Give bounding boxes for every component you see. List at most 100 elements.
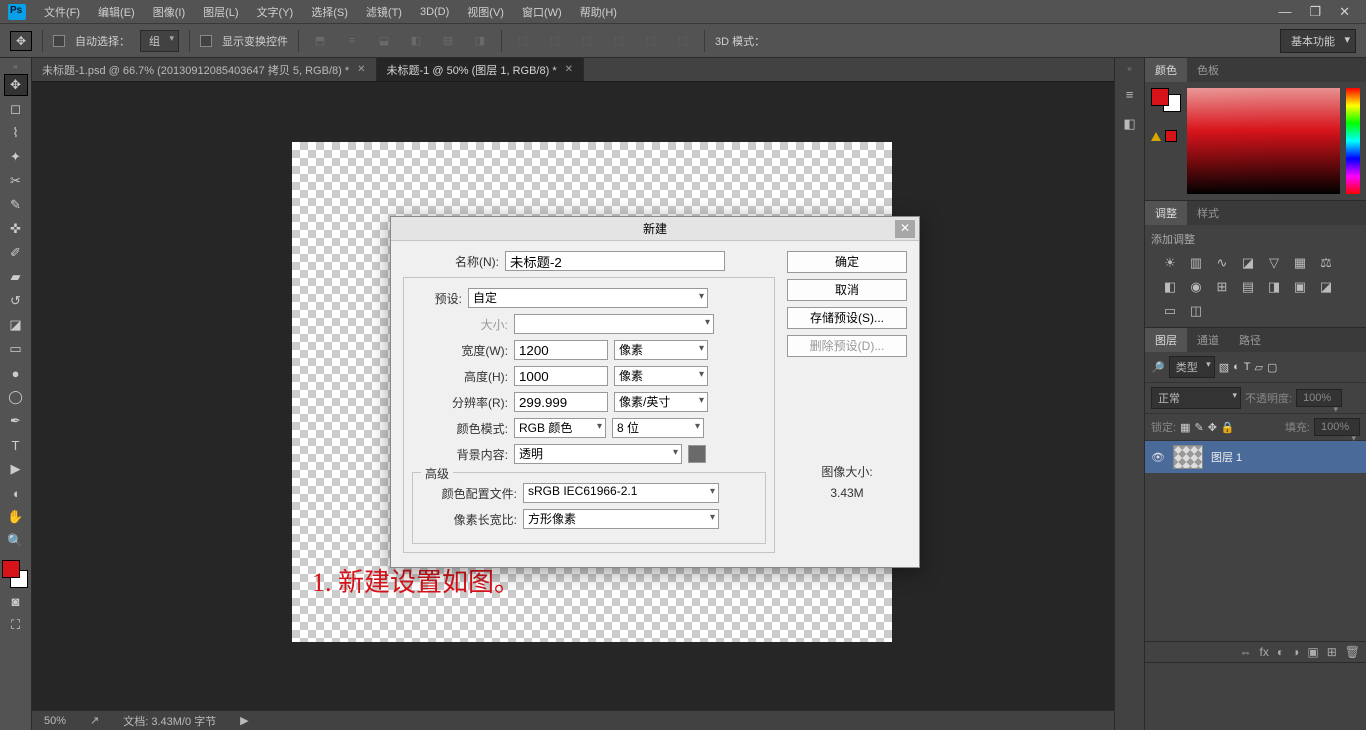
auto-select-target-dropdown[interactable]: 组 bbox=[140, 30, 179, 52]
menu-help[interactable]: 帮助(H) bbox=[580, 4, 617, 20]
status-arrow-icon[interactable]: ▶ bbox=[240, 714, 248, 727]
filter-search-icon[interactable]: 🔎 bbox=[1151, 361, 1165, 374]
filter-shape-icon[interactable]: ▱ bbox=[1255, 361, 1263, 374]
advanced-legend[interactable]: 高级 bbox=[421, 465, 453, 482]
lock-brush-icon[interactable]: ✎ bbox=[1194, 421, 1203, 434]
align-vcenter-icon[interactable]: ≡ bbox=[341, 31, 363, 51]
distribute-top-icon[interactable]: ⬚ bbox=[512, 31, 534, 51]
menu-layer[interactable]: 图层(L) bbox=[203, 4, 238, 20]
distribute-left-icon[interactable]: ⬚ bbox=[608, 31, 630, 51]
resolution-input[interactable] bbox=[514, 392, 608, 412]
visibility-icon[interactable]: 👁 bbox=[1151, 451, 1165, 464]
clone-stamp-tool[interactable]: ▰ bbox=[4, 266, 28, 288]
marquee-tool[interactable]: ◻ bbox=[4, 98, 28, 120]
document-info[interactable]: 文档: 3.43M/0 字节 bbox=[123, 713, 216, 729]
quickmask-tool[interactable]: ◙ bbox=[4, 590, 28, 612]
lock-move-icon[interactable]: ✥ bbox=[1208, 421, 1217, 434]
opacity-dropdown[interactable]: 100% bbox=[1296, 389, 1342, 407]
exposure-icon[interactable]: ◪ bbox=[1239, 255, 1257, 271]
layer-filter-dropdown[interactable]: 类型 bbox=[1169, 356, 1215, 378]
layer-mask-icon[interactable]: ◐ bbox=[1277, 645, 1284, 659]
vibrance-icon[interactable]: ▽ bbox=[1265, 255, 1283, 271]
color-mode-dropdown[interactable]: RGB 颜色 bbox=[514, 418, 606, 438]
new-adjustment-layer-icon[interactable]: ◑ bbox=[1292, 645, 1299, 659]
menu-3d[interactable]: 3D(D) bbox=[420, 6, 449, 18]
distribute-right-icon[interactable]: ⬚ bbox=[672, 31, 694, 51]
distribute-bottom-icon[interactable]: ⬚ bbox=[576, 31, 598, 51]
filter-smart-icon[interactable]: ▢ bbox=[1267, 361, 1277, 374]
zoom-tool[interactable]: 🔍 bbox=[4, 530, 28, 552]
hand-tool[interactable]: ✋ bbox=[4, 506, 28, 528]
cancel-button[interactable]: 取消 bbox=[787, 279, 907, 301]
color-swatches[interactable] bbox=[2, 560, 30, 588]
background-dropdown[interactable]: 透明 bbox=[514, 444, 682, 464]
window-close-icon[interactable]: ✕ bbox=[1339, 4, 1350, 20]
distribute-hcenter-icon[interactable]: ⬚ bbox=[640, 31, 662, 51]
lock-all-icon[interactable]: 🔒 bbox=[1221, 421, 1235, 434]
width-input[interactable] bbox=[514, 340, 608, 360]
new-layer-icon[interactable]: ⊞ bbox=[1327, 645, 1337, 659]
menu-image[interactable]: 图像(I) bbox=[153, 4, 185, 20]
shape-tool[interactable]: ◖ bbox=[4, 482, 28, 504]
layer-item-1[interactable]: 👁 图层 1 bbox=[1145, 441, 1366, 473]
fill-dropdown[interactable]: 100% bbox=[1314, 418, 1360, 436]
background-color-swatch-icon[interactable] bbox=[688, 445, 706, 463]
layer-fx-icon[interactable]: fx bbox=[1260, 645, 1269, 659]
gamut-color-swatch[interactable] bbox=[1165, 130, 1177, 142]
width-unit-dropdown[interactable]: 像素 bbox=[614, 340, 708, 360]
bw-icon[interactable]: ◧ bbox=[1161, 279, 1179, 295]
filter-type-icon[interactable]: T bbox=[1244, 361, 1251, 373]
levels-icon[interactable]: ▥ bbox=[1187, 255, 1205, 271]
align-bottom-icon[interactable]: ⬓ bbox=[373, 31, 395, 51]
properties-panel-icon[interactable]: ◧ bbox=[1123, 116, 1135, 132]
workspace-dropdown[interactable]: 基本功能 bbox=[1280, 29, 1356, 53]
dodge-tool[interactable]: ◯ bbox=[4, 386, 28, 408]
move-tool[interactable]: ✥ bbox=[4, 74, 28, 96]
dialog-title-bar[interactable]: 新建 ✕ bbox=[391, 217, 919, 241]
canvas-viewport[interactable]: 1. 新建设置如图。 新建 ✕ 名称(N): 预设: bbox=[32, 82, 1114, 710]
height-input[interactable] bbox=[514, 366, 608, 386]
blend-mode-dropdown[interactable]: 正常 bbox=[1151, 387, 1241, 409]
gradient-tool[interactable]: ▭ bbox=[4, 338, 28, 360]
zoom-level[interactable]: 50% bbox=[44, 715, 66, 727]
styles-tab[interactable]: 样式 bbox=[1187, 201, 1229, 225]
path-select-tool[interactable]: ▶ bbox=[4, 458, 28, 480]
eyedropper-tool[interactable]: ✎ bbox=[4, 194, 28, 216]
new-group-icon[interactable]: ▣ bbox=[1307, 645, 1318, 659]
type-tool[interactable]: T bbox=[4, 434, 28, 456]
blur-tool[interactable]: ● bbox=[4, 362, 28, 384]
screenmode-tool[interactable]: ⛶ bbox=[4, 614, 28, 636]
ok-button[interactable]: 确定 bbox=[787, 251, 907, 273]
lock-pixels-icon[interactable]: ▦ bbox=[1180, 421, 1190, 434]
tab-2-close-icon[interactable]: ✕ bbox=[565, 64, 573, 75]
window-restore-icon[interactable]: ❐ bbox=[1309, 4, 1321, 20]
document-tab-2[interactable]: 未标题-1 @ 50% (图层 1, RGB/8) * ✕ bbox=[377, 58, 584, 81]
menu-type[interactable]: 文字(Y) bbox=[257, 4, 294, 20]
align-hcenter-icon[interactable]: ▤ bbox=[437, 31, 459, 51]
hue-icon[interactable]: ▦ bbox=[1291, 255, 1309, 271]
align-right-icon[interactable]: ◨ bbox=[469, 31, 491, 51]
export-icon[interactable]: ↗ bbox=[90, 714, 99, 727]
history-brush-tool[interactable]: ↺ bbox=[4, 290, 28, 312]
layer-1-name[interactable]: 图层 1 bbox=[1211, 449, 1242, 465]
healing-tool[interactable]: ✜ bbox=[4, 218, 28, 240]
swatches-tab[interactable]: 色板 bbox=[1187, 58, 1229, 82]
filter-image-icon[interactable]: ▧ bbox=[1219, 361, 1229, 374]
delete-layer-icon[interactable]: 🗑 bbox=[1345, 645, 1360, 659]
channel-mixer-icon[interactable]: ⊞ bbox=[1213, 279, 1231, 295]
curves-icon[interactable]: ∿ bbox=[1213, 255, 1231, 271]
eraser-tool[interactable]: ◪ bbox=[4, 314, 28, 336]
menu-filter[interactable]: 滤镜(T) bbox=[366, 4, 402, 20]
lasso-tool[interactable]: ⌇ bbox=[4, 122, 28, 144]
posterize-icon[interactable]: ▣ bbox=[1291, 279, 1309, 295]
align-left-icon[interactable]: ◧ bbox=[405, 31, 427, 51]
show-transform-checkbox[interactable] bbox=[200, 35, 212, 47]
height-unit-dropdown[interactable]: 像素 bbox=[614, 366, 708, 386]
color-tab[interactable]: 颜色 bbox=[1145, 58, 1187, 82]
auto-select-checkbox[interactable] bbox=[53, 35, 65, 47]
color-ramp[interactable] bbox=[1187, 88, 1340, 194]
menu-select[interactable]: 选择(S) bbox=[311, 4, 348, 20]
photo-filter-icon[interactable]: ◉ bbox=[1187, 279, 1205, 295]
distribute-vcenter-icon[interactable]: ⬚ bbox=[544, 31, 566, 51]
align-top-icon[interactable]: ⬒ bbox=[309, 31, 331, 51]
